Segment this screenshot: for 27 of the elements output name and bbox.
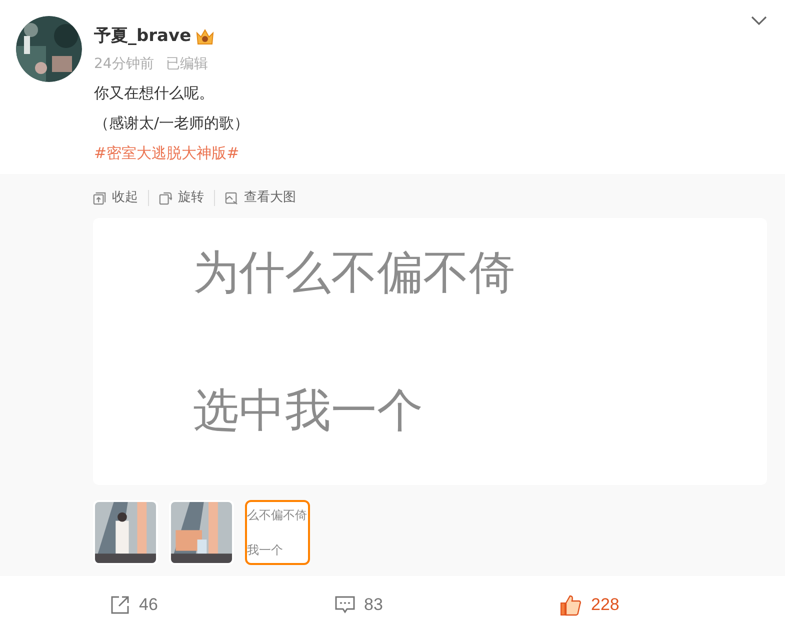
chevron-down-icon[interactable] — [751, 16, 767, 26]
thumbnail-text: 我一个 — [247, 542, 284, 559]
image-icon — [225, 192, 238, 204]
toolbar-button[interactable]: 查看大图 — [225, 188, 296, 208]
author-name[interactable]: 予夏_brave — [94, 24, 192, 50]
post-text: （感谢太/一老师的歌） — [94, 113, 250, 134]
post-time: 24分钟前 — [94, 54, 154, 74]
thumbnail[interactable] — [169, 500, 234, 565]
toolbar-button[interactable]: 旋转 — [159, 188, 204, 208]
edited-label: 已编辑 — [166, 54, 208, 74]
toolbar-button[interactable]: 收起 — [93, 188, 138, 208]
image-text: 为什么不偏不倚 — [193, 244, 516, 301]
share-button[interactable]: 46 — [110, 592, 335, 618]
thumbs-up-icon — [560, 594, 582, 616]
hashtag-link[interactable]: #密室大逃脱大神版# — [94, 138, 785, 168]
rotate-icon — [159, 192, 172, 204]
image-text: 选中我一个 — [193, 382, 424, 439]
comment-button[interactable]: 83 — [335, 592, 560, 618]
thumbnail[interactable] — [93, 500, 158, 565]
crown-badge-icon — [195, 28, 216, 45]
like-button[interactable]: 228 — [560, 592, 785, 618]
thumbnail[interactable]: 么不偏不倚 我一个 — [245, 500, 310, 565]
comment-icon — [335, 594, 355, 614]
collapse-icon — [93, 192, 106, 204]
thumbnail-text: 么不偏不倚 — [247, 507, 308, 524]
post-text: 你又在想什么呢。 — [94, 83, 215, 104]
share-icon — [110, 594, 130, 614]
